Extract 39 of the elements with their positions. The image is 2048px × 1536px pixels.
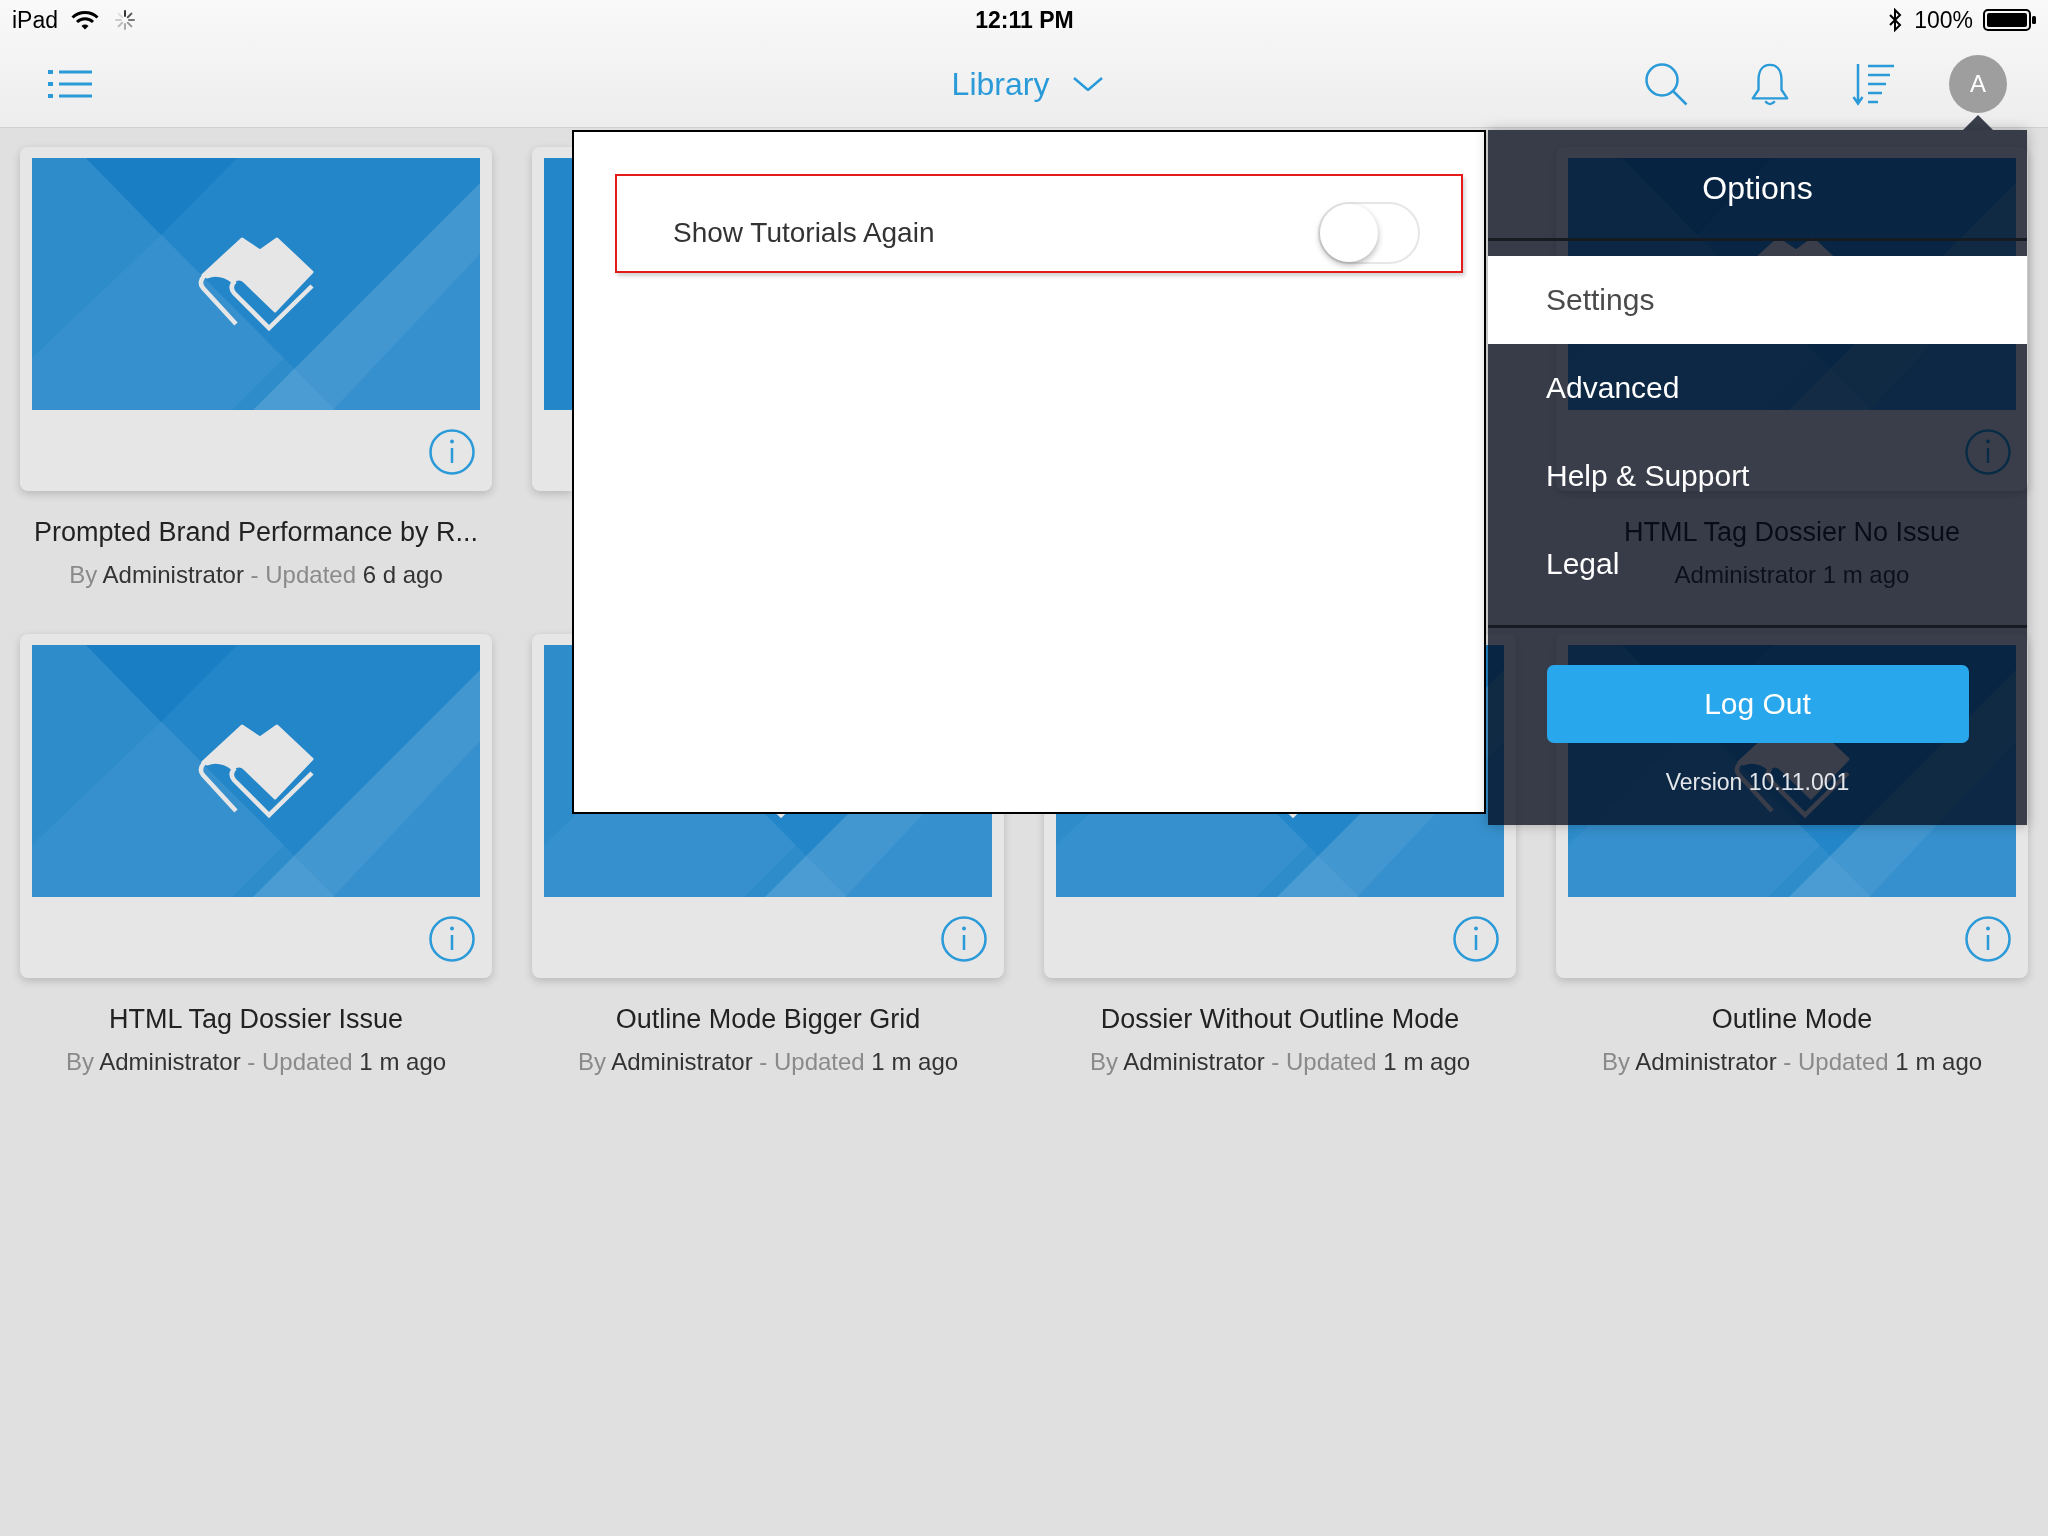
dossier-card[interactable] [20,634,492,978]
bluetooth-icon [1888,8,1903,32]
battery-percentage: 100% [1914,6,1973,34]
card-byline: By Administrator - Updated 1 m ago [577,1047,959,1077]
info-icon[interactable] [941,916,987,962]
info-icon[interactable] [1453,916,1499,962]
device-name: iPad [12,6,59,34]
card-title: Dossier Without Outline Mode [1100,1003,1460,1036]
book-icon [198,237,314,331]
info-icon[interactable] [1965,916,2011,962]
popover-arrow [1963,115,1993,130]
card-byline: By Administrator - Updated 1 m ago [1089,1047,1471,1077]
card-title: HTML Tag Dossier Issue [108,1003,404,1036]
card-byline: By Administrator - Updated 1 m ago [1601,1047,1983,1077]
wifi-icon [71,10,100,30]
menu-item[interactable]: Settings [1488,256,1661,344]
setting-label: Show Tutorials Again [673,215,935,250]
card-title: Prompted Brand Performance by R... [33,516,479,549]
battery-icon [1983,9,2037,31]
clock-time: 12:11 PM [975,6,1074,34]
version-label: Version 10.11.001 [1665,768,1850,797]
menu-item[interactable]: Help & Support [1488,432,1756,520]
spinner-icon [115,10,136,30]
card-byline: By Administrator - Updated 6 d ago [69,560,443,590]
menu-item[interactable]: Legal [1488,520,1626,608]
chevron-down-icon [1073,76,1104,91]
info-icon[interactable] [429,429,475,475]
card-title: Outline Mode Bigger Grid [615,1003,921,1036]
card-title: Outline Mode [1711,1003,1873,1036]
card-byline: By Administrator - Updated 1 m ago [65,1047,447,1077]
menu-icon[interactable] [48,68,92,99]
sort-icon[interactable] [1852,61,1896,106]
toggle-switch[interactable] [1318,201,1420,264]
menu-item[interactable]: Advanced [1488,344,1686,432]
info-icon[interactable] [429,916,475,962]
search-icon[interactable] [1644,61,1688,106]
dossier-card[interactable] [20,147,492,491]
book-icon [198,724,314,818]
menu-title: Options [1702,169,1813,207]
